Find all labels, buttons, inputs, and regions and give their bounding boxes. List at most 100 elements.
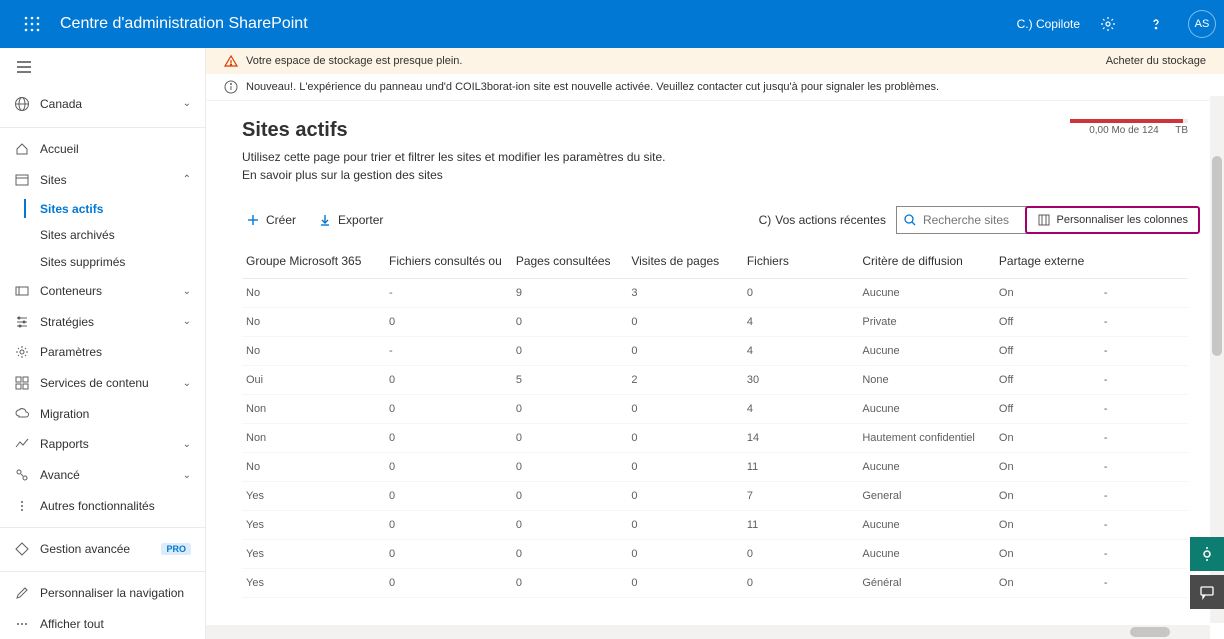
create-button[interactable]: Créer — [242, 209, 300, 231]
table-cell: Non — [242, 395, 389, 424]
policies-icon — [14, 314, 30, 330]
copilot-button[interactable]: C.) Copilote — [1017, 17, 1080, 31]
table-cell: On — [999, 540, 1104, 569]
table-cell: No — [242, 279, 389, 308]
nav-advanced-management[interactable]: Gestion avancée PRO — [0, 534, 205, 565]
table-row[interactable]: Oui05230NoneOff- — [242, 366, 1188, 395]
gear-icon — [14, 344, 30, 360]
sidebar: Canada ⌄ Accueil Sites ⌃ Sites actifs Si… — [0, 48, 206, 639]
advanced-icon — [14, 467, 30, 483]
nav-deleted-sites[interactable]: Sites supprimés — [0, 249, 205, 276]
table-cell: - — [1104, 540, 1188, 569]
settings-icon[interactable] — [1088, 0, 1128, 48]
table-cell: 0 — [631, 453, 747, 482]
chevron-down-icon: ⌄ — [183, 470, 191, 481]
column-header[interactable]: Fichiers consultés ou — [389, 244, 516, 279]
help-float-button[interactable] — [1190, 537, 1224, 571]
nav-customize-navigation[interactable]: Personnaliser la navigation — [0, 578, 205, 609]
table-row[interactable]: No0004PrivateOff- — [242, 308, 1188, 337]
table-cell: Off — [999, 395, 1104, 424]
table-cell: 0 — [631, 511, 747, 540]
table-cell: 0 — [631, 540, 747, 569]
column-header[interactable]: Groupe Microsoft 365 — [242, 244, 389, 279]
column-header[interactable]: Fichiers — [747, 244, 863, 279]
table-row[interactable]: Non0004AucuneOff- — [242, 395, 1188, 424]
warning-icon — [224, 54, 238, 68]
table-cell: Aucune — [862, 279, 999, 308]
nav-policies[interactable]: Stratégies ⌄ — [0, 306, 205, 337]
nav-content-services[interactable]: Services de contenu ⌄ — [0, 368, 205, 399]
chevron-down-icon: ⌄ — [183, 286, 191, 297]
nav-migration[interactable]: Migration — [0, 398, 205, 429]
table-cell: 11 — [747, 453, 863, 482]
table-cell: 4 — [747, 337, 863, 366]
hamburger-button[interactable] — [0, 48, 205, 86]
table-cell: 0 — [516, 424, 632, 453]
table-row[interactable]: Yes0000AucuneOn- — [242, 540, 1188, 569]
table-row[interactable]: Yes00011AucuneOn- — [242, 511, 1188, 540]
sites-table: Groupe Microsoft 365Fichiers consultés o… — [242, 244, 1188, 598]
cloud-icon — [14, 406, 30, 422]
feedback-float-button[interactable] — [1190, 575, 1224, 609]
page-title: Sites actifs — [242, 119, 666, 142]
table-cell: - — [1104, 279, 1188, 308]
table-row[interactable]: No00011AucuneOn- — [242, 453, 1188, 482]
table-cell: No — [242, 308, 389, 337]
table-row[interactable]: No-004AucuneOff- — [242, 337, 1188, 366]
persona-avatar[interactable]: AS — [1188, 10, 1216, 38]
table-cell: Yes — [242, 482, 389, 511]
nav-archived-sites[interactable]: Sites archivés — [0, 222, 205, 249]
info-icon — [224, 80, 238, 94]
table-row[interactable]: Non00014Hautement confidentielOn- — [242, 424, 1188, 453]
learn-more-link[interactable]: En savoir plus sur la gestion des sites — [242, 168, 443, 182]
app-launcher-icon[interactable] — [8, 0, 56, 48]
table-cell: - — [1104, 395, 1188, 424]
nav-containers[interactable]: Conteneurs ⌄ — [0, 276, 205, 307]
export-button[interactable]: Exporter — [314, 209, 387, 231]
column-header[interactable]: Partage externe — [999, 244, 1104, 279]
table-cell: - — [1104, 366, 1188, 395]
table-cell: Aucune — [862, 395, 999, 424]
nav-active-sites[interactable]: Sites actifs — [0, 195, 205, 222]
chevron-down-icon: ⌄ — [183, 378, 191, 389]
table-cell: On — [999, 482, 1104, 511]
info-banner: Nouveau!. L'expérience du panneau und'd … — [206, 74, 1224, 101]
nav-settings[interactable]: Paramètres — [0, 337, 205, 368]
horizontal-scrollbar[interactable] — [206, 625, 1210, 639]
content-icon — [14, 375, 30, 391]
nav-advanced[interactable]: Avancé ⌄ — [0, 460, 205, 491]
help-icon[interactable] — [1136, 0, 1176, 48]
tenant-selector[interactable]: Canada ⌄ — [0, 86, 205, 121]
download-icon — [318, 213, 332, 227]
table-row[interactable]: No-930AucuneOn- — [242, 279, 1188, 308]
table-row[interactable]: Yes0007GeneralOn- — [242, 482, 1188, 511]
table-cell: 3 — [631, 279, 747, 308]
table-cell: On — [999, 569, 1104, 598]
buy-storage-link[interactable]: Acheter du stockage — [1106, 55, 1206, 67]
nav-show-all[interactable]: Afficher tout — [0, 608, 205, 639]
table-row[interactable]: Yes0000GénéralOn- — [242, 569, 1188, 598]
sites-icon — [14, 172, 30, 188]
table-cell: Yes — [242, 511, 389, 540]
table-cell: - — [1104, 424, 1188, 453]
table-cell: 0 — [631, 308, 747, 337]
column-header[interactable]: Critère de diffusion — [862, 244, 999, 279]
column-header[interactable] — [1104, 244, 1188, 279]
table-cell: 5 — [516, 366, 632, 395]
nav-home[interactable]: Accueil — [0, 134, 205, 165]
table-cell: Hautement confidentiel — [862, 424, 999, 453]
column-header[interactable]: Pages consultées — [516, 244, 632, 279]
table-cell: 30 — [747, 366, 863, 395]
table-cell: 0 — [631, 395, 747, 424]
customize-columns-button[interactable]: Personnaliser les colonnes — [1025, 206, 1200, 234]
recent-actions-link[interactable]: Vos actions récentes — [759, 213, 886, 227]
tenant-label: Canada — [40, 97, 173, 111]
table-cell: 4 — [747, 395, 863, 424]
nav-sites[interactable]: Sites ⌃ — [0, 164, 205, 195]
nav-reports[interactable]: Rapports ⌄ — [0, 429, 205, 460]
table-cell: 0 — [516, 511, 632, 540]
plus-icon — [246, 213, 260, 227]
container-icon — [14, 283, 30, 299]
nav-other-features[interactable]: Autres fonctionnalités — [0, 490, 205, 521]
column-header[interactable]: Visites de pages — [631, 244, 747, 279]
